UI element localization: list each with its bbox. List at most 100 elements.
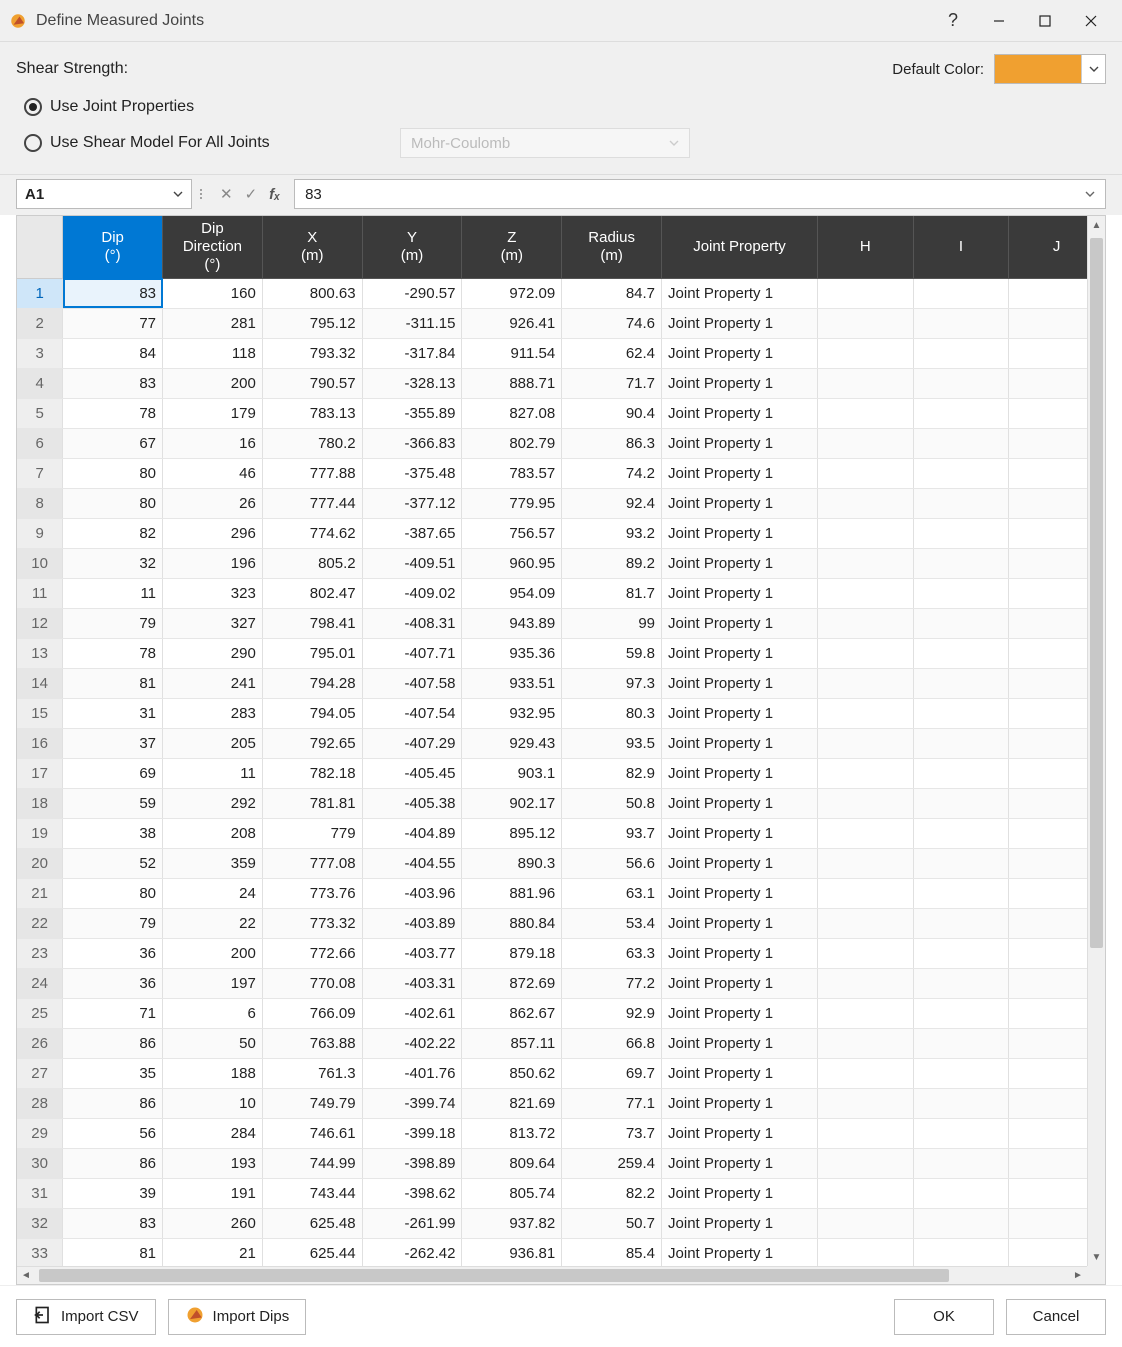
- cell[interactable]: 259.4: [562, 1148, 662, 1178]
- cell[interactable]: 193: [163, 1148, 263, 1178]
- cell[interactable]: 954.09: [462, 578, 562, 608]
- cell[interactable]: -407.71: [362, 638, 462, 668]
- cell[interactable]: [913, 698, 1009, 728]
- minimize-button[interactable]: [976, 0, 1022, 42]
- cell[interactable]: Joint Property 1: [662, 608, 818, 638]
- cell[interactable]: [913, 1118, 1009, 1148]
- cell[interactable]: [913, 788, 1009, 818]
- cell[interactable]: 746.61: [262, 1118, 362, 1148]
- cell[interactable]: -409.02: [362, 578, 462, 608]
- cell[interactable]: -402.22: [362, 1028, 462, 1058]
- cell[interactable]: 284: [163, 1118, 263, 1148]
- cell[interactable]: 773.32: [262, 908, 362, 938]
- cell[interactable]: 92.4: [562, 488, 662, 518]
- cell[interactable]: [817, 1148, 913, 1178]
- cell[interactable]: [913, 1238, 1009, 1268]
- cell[interactable]: 179: [163, 398, 263, 428]
- cell[interactable]: 208: [163, 818, 263, 848]
- table-row[interactable]: 88026777.44-377.12779.9592.4Joint Proper…: [17, 488, 1105, 518]
- cell[interactable]: 929.43: [462, 728, 562, 758]
- cell[interactable]: 802.47: [262, 578, 362, 608]
- fx-icon[interactable]: fₓ: [269, 186, 280, 203]
- cell[interactable]: Joint Property 1: [662, 1118, 818, 1148]
- cell[interactable]: 80: [63, 488, 163, 518]
- cell[interactable]: 97.3: [562, 668, 662, 698]
- cell[interactable]: 79: [63, 908, 163, 938]
- cell[interactable]: -403.96: [362, 878, 462, 908]
- cell[interactable]: [913, 278, 1009, 308]
- cell[interactable]: 86: [63, 1088, 163, 1118]
- row-number[interactable]: 24: [17, 968, 63, 998]
- column-header[interactable]: Y(m): [362, 216, 462, 278]
- row-number[interactable]: 13: [17, 638, 63, 668]
- cell[interactable]: Joint Property 1: [662, 1148, 818, 1178]
- cell[interactable]: -355.89: [362, 398, 462, 428]
- cell[interactable]: 63.1: [562, 878, 662, 908]
- cell[interactable]: 292: [163, 788, 263, 818]
- row-number[interactable]: 10: [17, 548, 63, 578]
- cell[interactable]: Joint Property 1: [662, 848, 818, 878]
- cell[interactable]: 795.01: [262, 638, 362, 668]
- cell[interactable]: 90.4: [562, 398, 662, 428]
- table-row[interactable]: 1531283794.05-407.54932.9580.3Joint Prop…: [17, 698, 1105, 728]
- cell[interactable]: 92.9: [562, 998, 662, 1028]
- cell[interactable]: -409.51: [362, 548, 462, 578]
- cell[interactable]: [817, 1118, 913, 1148]
- cell[interactable]: 39: [63, 1178, 163, 1208]
- cell[interactable]: -377.12: [362, 488, 462, 518]
- row-number[interactable]: 29: [17, 1118, 63, 1148]
- table-row[interactable]: 2436197770.08-403.31872.6977.2Joint Prop…: [17, 968, 1105, 998]
- cell[interactable]: 36: [63, 938, 163, 968]
- cell[interactable]: 777.88: [262, 458, 362, 488]
- cell[interactable]: Joint Property 1: [662, 908, 818, 938]
- cell[interactable]: 756.57: [462, 518, 562, 548]
- cell[interactable]: Joint Property 1: [662, 1028, 818, 1058]
- cell[interactable]: 932.95: [462, 698, 562, 728]
- cell[interactable]: 359: [163, 848, 263, 878]
- cell[interactable]: 879.18: [462, 938, 562, 968]
- column-header[interactable]: DipDirection(°): [163, 216, 263, 278]
- column-header[interactable]: I: [913, 216, 1009, 278]
- cell[interactable]: [913, 1028, 1009, 1058]
- cell[interactable]: 798.41: [262, 608, 362, 638]
- cell[interactable]: Joint Property 1: [662, 578, 818, 608]
- cell[interactable]: -401.76: [362, 1058, 462, 1088]
- cancel-edit-icon[interactable]: ✕: [220, 185, 233, 203]
- cell[interactable]: [913, 1208, 1009, 1238]
- cell[interactable]: -403.31: [362, 968, 462, 998]
- cell[interactable]: [817, 908, 913, 938]
- cell[interactable]: [913, 458, 1009, 488]
- table-row[interactable]: 338121625.44-262.42936.8185.4Joint Prope…: [17, 1238, 1105, 1268]
- cell[interactable]: [913, 1058, 1009, 1088]
- cell[interactable]: 31: [63, 698, 163, 728]
- cell[interactable]: 794.28: [262, 668, 362, 698]
- cell[interactable]: 779: [262, 818, 362, 848]
- cell[interactable]: [817, 428, 913, 458]
- table-row[interactable]: 176911782.18-405.45903.182.9Joint Proper…: [17, 758, 1105, 788]
- table-row[interactable]: 2336200772.66-403.77879.1863.3Joint Prop…: [17, 938, 1105, 968]
- cell[interactable]: Joint Property 1: [662, 998, 818, 1028]
- cell[interactable]: 82: [63, 518, 163, 548]
- cell[interactable]: [817, 668, 913, 698]
- cell[interactable]: 763.88: [262, 1028, 362, 1058]
- cell[interactable]: 857.11: [462, 1028, 562, 1058]
- cell[interactable]: -317.84: [362, 338, 462, 368]
- cell[interactable]: -404.89: [362, 818, 462, 848]
- cell[interactable]: -404.55: [362, 848, 462, 878]
- cell[interactable]: [817, 1058, 913, 1088]
- import-dips-button[interactable]: Import Dips: [168, 1299, 307, 1335]
- row-number[interactable]: 14: [17, 668, 63, 698]
- cell[interactable]: [913, 878, 1009, 908]
- cell[interactable]: [913, 938, 1009, 968]
- cell[interactable]: 327: [163, 608, 263, 638]
- cell[interactable]: 805.2: [262, 548, 362, 578]
- cell[interactable]: 794.05: [262, 698, 362, 728]
- cell[interactable]: 800.63: [262, 278, 362, 308]
- row-number[interactable]: 30: [17, 1148, 63, 1178]
- cell[interactable]: -407.29: [362, 728, 462, 758]
- cell-reference-box[interactable]: A1: [16, 179, 192, 209]
- table-row[interactable]: 277281795.12-311.15926.4174.6Joint Prope…: [17, 308, 1105, 338]
- cell[interactable]: 77.1: [562, 1088, 662, 1118]
- cell[interactable]: 80: [63, 878, 163, 908]
- cell[interactable]: 16: [163, 428, 263, 458]
